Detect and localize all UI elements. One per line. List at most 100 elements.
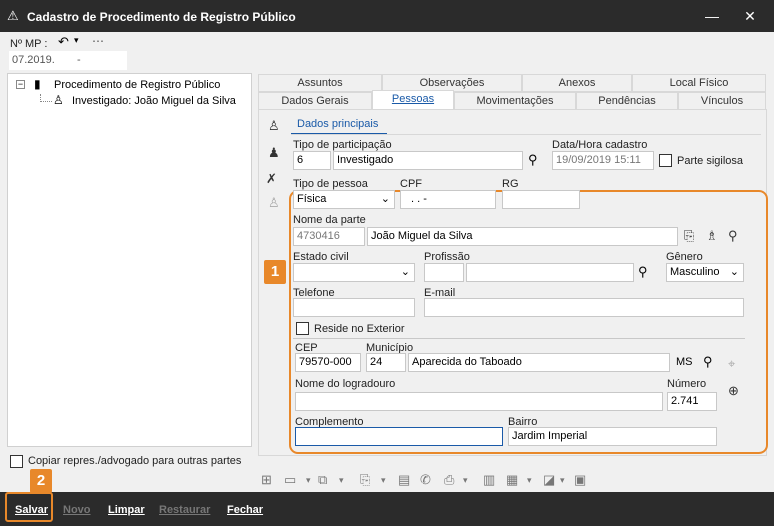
estado-civil-select[interactable]: ⌄ — [293, 263, 415, 282]
toolbar-chevron-icon[interactable]: ▾ — [463, 475, 468, 486]
toolbar-lock-icon[interactable]: ▣ — [574, 472, 586, 488]
tab-pessoas[interactable]: Pessoas — [372, 90, 454, 110]
reside-exterior-label: Reside no Exterior — [314, 323, 405, 335]
add-address-icon[interactable]: ⊕ — [728, 383, 739, 399]
window-title: Cadastro de Procedimento de Registro Púb… — [27, 10, 296, 24]
rg-label: RG — [502, 178, 519, 190]
chevron-down-icon: ⌄ — [400, 266, 410, 278]
tipo-participacao-label: Tipo de participação — [293, 139, 392, 151]
toolbar-calendar-icon[interactable]: ▦ — [506, 472, 518, 488]
person-card-icon[interactable]: ⎘ — [684, 228, 694, 244]
add-person-icon[interactable]: ♙ — [268, 118, 280, 134]
data-cadastro-field: 19/09/2019 15:11 — [552, 151, 654, 170]
person-search-icon[interactable]: ⚲ — [728, 228, 738, 244]
chevron-down-icon: ⌄ — [380, 193, 390, 205]
fechar-button[interactable]: Fechar — [219, 499, 271, 521]
nome-parte-label: Nome da parte — [293, 214, 366, 226]
more-icon[interactable]: ⋯ — [92, 34, 104, 48]
profissao-label: Profissão — [424, 251, 470, 263]
close-icon[interactable]: ✕ — [740, 6, 760, 26]
copy-representative-label: Copiar repres./advogado para outras part… — [28, 455, 242, 467]
tree-collapse-icon[interactable]: − — [16, 80, 25, 89]
logradouro-label: Nome do logradouro — [295, 378, 396, 390]
tab-assuntos[interactable]: Assuntos — [258, 74, 382, 92]
minimize-icon[interactable]: — — [702, 6, 722, 26]
subtab-dados-principais[interactable]: Dados principais — [297, 118, 378, 130]
telefone-field[interactable] — [293, 298, 415, 317]
tab-vinculos[interactable]: Vínculos — [678, 92, 766, 110]
undo-icon[interactable]: ↶ — [58, 34, 69, 50]
toolbar-chevron-icon[interactable]: ▾ — [527, 475, 532, 486]
toolbar-stamp-icon[interactable]: ◪ — [543, 472, 555, 488]
cpf-field[interactable]: . . - — [400, 190, 496, 209]
municipio-code[interactable]: 24 — [366, 353, 406, 372]
nome-parte-code[interactable]: 4730416 — [293, 227, 365, 246]
tipo-participacao-value[interactable]: Investigado — [333, 151, 523, 170]
tipo-participacao-code[interactable]: 6 — [293, 151, 331, 170]
toolbar-chevron-icon[interactable]: ▾ — [560, 475, 565, 486]
tab-anexos[interactable]: Anexos — [522, 74, 632, 92]
mp-label: Nº MP : — [10, 38, 48, 50]
cep-field[interactable]: 79570-000 — [295, 353, 361, 372]
limpar-button[interactable]: Limpar — [100, 499, 153, 521]
estado-civil-label: Estado civil — [293, 251, 349, 263]
restaurar-button[interactable]: Restaurar — [151, 499, 218, 521]
tipo-pessoa-select[interactable]: Física ⌄ — [293, 190, 395, 209]
salvar-button[interactable]: Salvar — [7, 499, 56, 521]
search-icon[interactable]: ⚲ — [528, 152, 538, 168]
uf-field: MS — [672, 353, 696, 372]
bairro-field[interactable]: Jardim Imperial — [508, 427, 717, 446]
search-icon[interactable]: ⚲ — [638, 264, 648, 280]
search-person-icon[interactable]: ♙ — [268, 195, 280, 211]
municipio-field[interactable]: Aparecida do Taboado — [408, 353, 670, 372]
numero-field[interactable]: 2.741 — [667, 392, 717, 411]
mp-field[interactable]: 07.2019. - — [9, 51, 127, 70]
profissao-field[interactable] — [466, 263, 634, 282]
tree-panel: − ▮ Procedimento de Registro Público ♙ I… — [7, 73, 252, 447]
callout-1: 1 — [264, 260, 286, 284]
section-divider — [293, 338, 745, 339]
toolbar-network-icon[interactable]: ⧉ — [318, 472, 327, 488]
toolbar-chevron-icon[interactable]: ▾ — [306, 475, 311, 486]
parte-sigilosa-label: Parte sigilosa — [677, 155, 744, 167]
profissao-code[interactable] — [424, 263, 464, 282]
toolbar-chevron-icon[interactable]: ▾ — [381, 475, 386, 486]
dropdown-chevron-icon[interactable]: ▾ — [74, 35, 79, 46]
toolbar-print-icon[interactable]: ⎙ — [444, 472, 454, 488]
nome-parte-field[interactable]: João Miguel da Silva — [367, 227, 678, 246]
tab-movimentacoes[interactable]: Movimentações — [454, 92, 576, 110]
tab-local-fisico[interactable]: Local Físico — [632, 74, 766, 92]
address-lookup-icon[interactable]: ⌖ — [728, 356, 735, 372]
tree-root-label[interactable]: Procedimento de Registro Público — [54, 79, 220, 91]
search-icon[interactable]: ⚲ — [703, 354, 713, 370]
toolbar-folder-icon[interactable]: ▭ — [284, 472, 296, 488]
email-field[interactable] — [424, 298, 744, 317]
toolbar-add-icon[interactable]: ⊞ — [261, 472, 272, 488]
genero-select[interactable]: Masculino ⌄ — [666, 263, 744, 282]
person-info-icon[interactable]: ♗ — [706, 228, 718, 244]
novo-button[interactable]: Novo — [55, 499, 99, 521]
genero-label: Gênero — [666, 251, 703, 263]
reside-exterior-checkbox[interactable] — [296, 322, 309, 335]
callout-2: 2 — [30, 469, 52, 493]
tree-child-label[interactable]: Investigado: João Miguel da Silva — [72, 95, 236, 107]
subtab-rule — [291, 134, 761, 135]
toolbar-chevron-icon[interactable]: ▾ — [339, 475, 344, 486]
tab-pendencias[interactable]: Pendências — [576, 92, 678, 110]
data-cadastro-label: Data/Hora cadastro — [552, 139, 648, 151]
copy-representative-checkbox[interactable] — [10, 455, 23, 468]
rg-field[interactable] — [502, 190, 580, 209]
tab-dados-gerais[interactable]: Dados Gerais — [258, 92, 372, 110]
toolbar-attach-icon[interactable]: ▥ — [483, 472, 495, 488]
toolbar-copy-icon[interactable]: ⎘ — [360, 472, 370, 488]
toolbar-phone-icon[interactable]: ✆ — [420, 472, 431, 488]
complemento-field[interactable] — [295, 427, 503, 446]
edit-person-icon[interactable]: ♟ — [268, 145, 280, 161]
logradouro-field[interactable] — [295, 392, 663, 411]
title-bar: ⚠ Cadastro de Procedimento de Registro P… — [0, 0, 774, 32]
parte-sigilosa-checkbox[interactable] — [659, 154, 672, 167]
remove-person-icon[interactable]: ✗ — [266, 171, 277, 187]
app-icon: ⚠ — [7, 8, 19, 23]
tipo-pessoa-label: Tipo de pessoa — [293, 178, 368, 190]
toolbar-document-icon[interactable]: ▤ — [398, 472, 410, 488]
